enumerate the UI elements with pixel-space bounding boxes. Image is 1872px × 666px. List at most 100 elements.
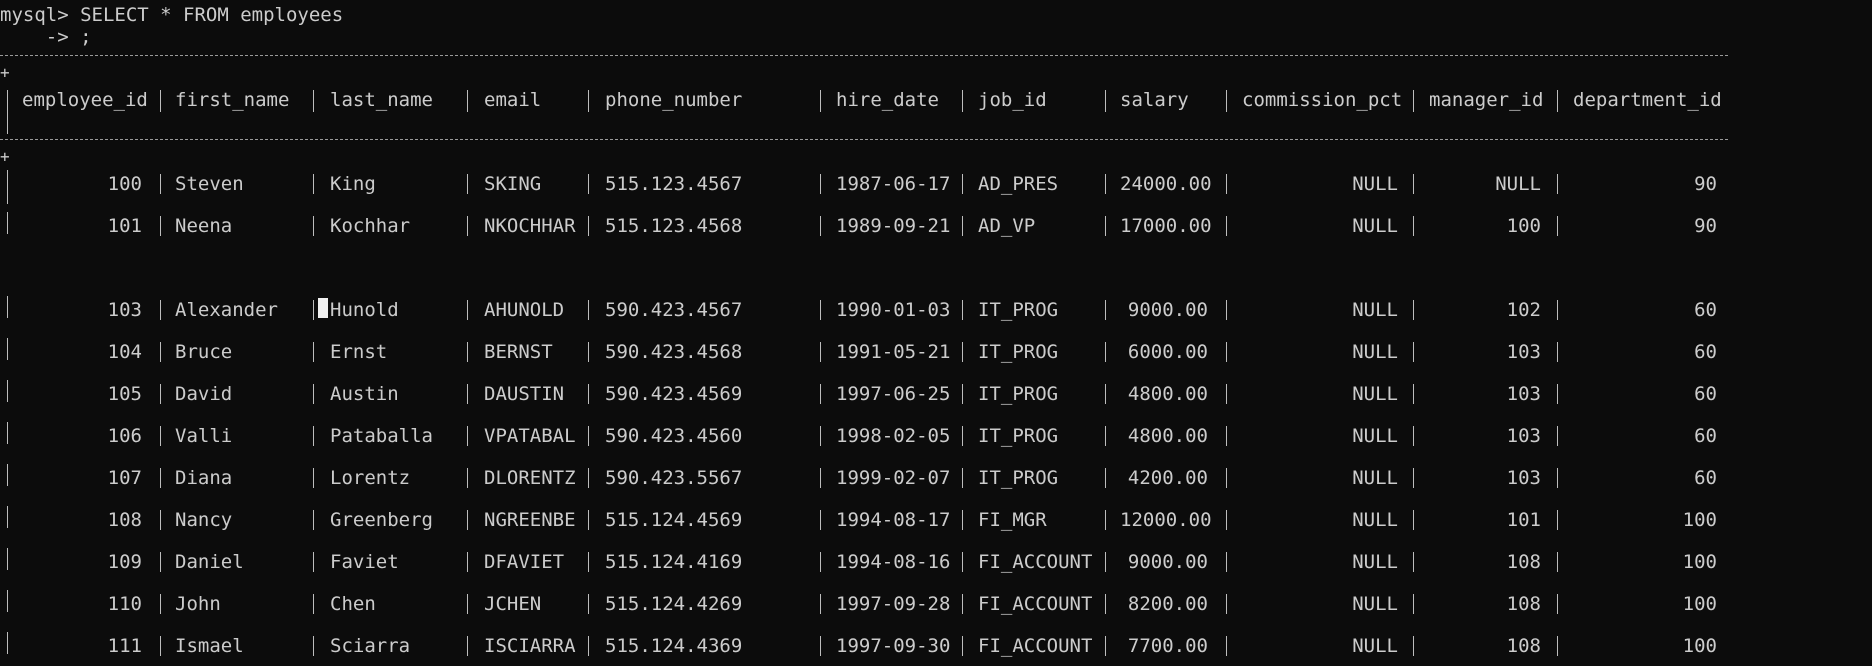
column-divider [588,594,589,614]
cell-last-name: Sciarra [330,635,411,657]
column-divider [313,300,314,320]
column-divider [313,636,314,656]
cell-manager-id: 100 [1506,215,1541,237]
column-divider [313,174,314,194]
column-divider [313,216,314,236]
column-divider [1105,90,1106,112]
cell-last-name: Austin [330,383,399,405]
cell-employee-id: 109 [107,551,142,573]
cell-first-name: Nancy [175,509,233,531]
column-divider [1557,468,1558,488]
column-divider [962,342,963,362]
cell-commission-pct: NULL [1352,593,1398,615]
column-header-manager-id: manager_id [1429,89,1544,111]
cell-hire-date: 1987-06-17 [836,173,951,195]
column-divider [1105,552,1106,572]
column-divider [467,510,468,530]
column-divider [1413,216,1414,236]
column-divider [962,300,963,320]
column-divider [588,552,589,572]
cell-salary: 4200.00 [1127,467,1208,489]
column-divider [1557,90,1558,112]
cell-salary: 4800.00 [1127,383,1208,405]
column-divider [467,342,468,362]
cell-commission-pct: NULL [1352,215,1398,237]
cell-department-id: 60 [1694,425,1717,447]
cell-department-id: 60 [1694,299,1717,321]
cell-first-name: Valli [175,425,233,447]
cell-job-id: FI_ACCOUNT [978,551,1093,573]
cell-salary: 17000.00 [1120,215,1212,237]
cell-last-name: Pataballa [330,425,433,447]
column-divider [820,300,821,320]
column-divider [1226,426,1227,446]
cell-commission-pct: NULL [1352,467,1398,489]
cell-hire-date: 1997-09-30 [836,635,951,657]
cell-manager-id: 103 [1506,467,1541,489]
column-divider [962,216,963,236]
cell-job-id: IT_PROG [978,299,1059,321]
cell-email: VPATABAL [484,425,576,447]
column-divider [467,468,468,488]
column-divider [820,594,821,614]
column-divider [313,342,314,362]
text-cursor [318,298,328,318]
cell-department-id: 100 [1682,635,1717,657]
column-divider [7,338,8,360]
cell-job-id: IT_PROG [978,425,1059,447]
column-divider [820,552,821,572]
cell-email: DLORENTZ [484,467,576,489]
column-divider [1105,174,1106,194]
cell-commission-pct: NULL [1352,509,1398,531]
column-header-phone-number: phone_number [605,89,743,111]
cell-hire-date: 1997-06-25 [836,383,951,405]
column-divider [1557,300,1558,320]
cell-salary: 7700.00 [1127,635,1208,657]
column-header-job-id: job_id [978,89,1047,111]
cell-last-name: Chen [330,593,376,615]
column-header-salary: salary [1120,89,1189,111]
cell-email: SKING [484,173,542,195]
column-divider [313,90,314,112]
column-divider [467,594,468,614]
column-divider [467,636,468,656]
column-divider [160,594,161,614]
cell-first-name: Neena [175,215,233,237]
table-header-divider [0,139,1728,140]
column-header-employee-id: employee_id [22,89,148,111]
cell-manager-id: NULL [1495,173,1541,195]
column-divider [7,548,8,570]
cell-commission-pct: NULL [1352,341,1398,363]
cell-phone-number: 590.423.4569 [605,383,743,405]
cell-job-id: IT_PROG [978,341,1059,363]
column-divider [588,636,589,656]
cell-commission-pct: NULL [1352,173,1398,195]
cell-commission-pct: NULL [1352,383,1398,405]
column-divider [313,594,314,614]
cell-hire-date: 1997-09-28 [836,593,951,615]
column-divider [588,426,589,446]
column-divider [1413,510,1414,530]
cell-hire-date: 1991-05-21 [836,341,951,363]
cell-first-name: Alexander [175,299,278,321]
cell-salary: 9000.00 [1127,299,1208,321]
column-divider [1557,552,1558,572]
cell-hire-date: 1994-08-16 [836,551,951,573]
column-divider [313,552,314,572]
column-divider [1226,636,1227,656]
column-divider [1413,384,1414,404]
cell-phone-number: 515.124.4169 [605,551,743,573]
column-divider [820,510,821,530]
column-divider [160,90,161,112]
column-divider [467,384,468,404]
cell-employee-id: 104 [107,341,142,363]
cell-employee-id: 110 [107,593,142,615]
cell-manager-id: 102 [1506,299,1541,321]
column-divider [1105,426,1106,446]
cell-email: AHUNOLD [484,299,565,321]
cell-email: ISCIARRA [484,635,576,657]
terminal-window[interactable]: mysql> SELECT * FROM employees -> ; + + … [0,0,1872,666]
cell-job-id: AD_VP [978,215,1036,237]
column-divider [962,90,963,112]
cell-last-name: Lorentz [330,467,411,489]
